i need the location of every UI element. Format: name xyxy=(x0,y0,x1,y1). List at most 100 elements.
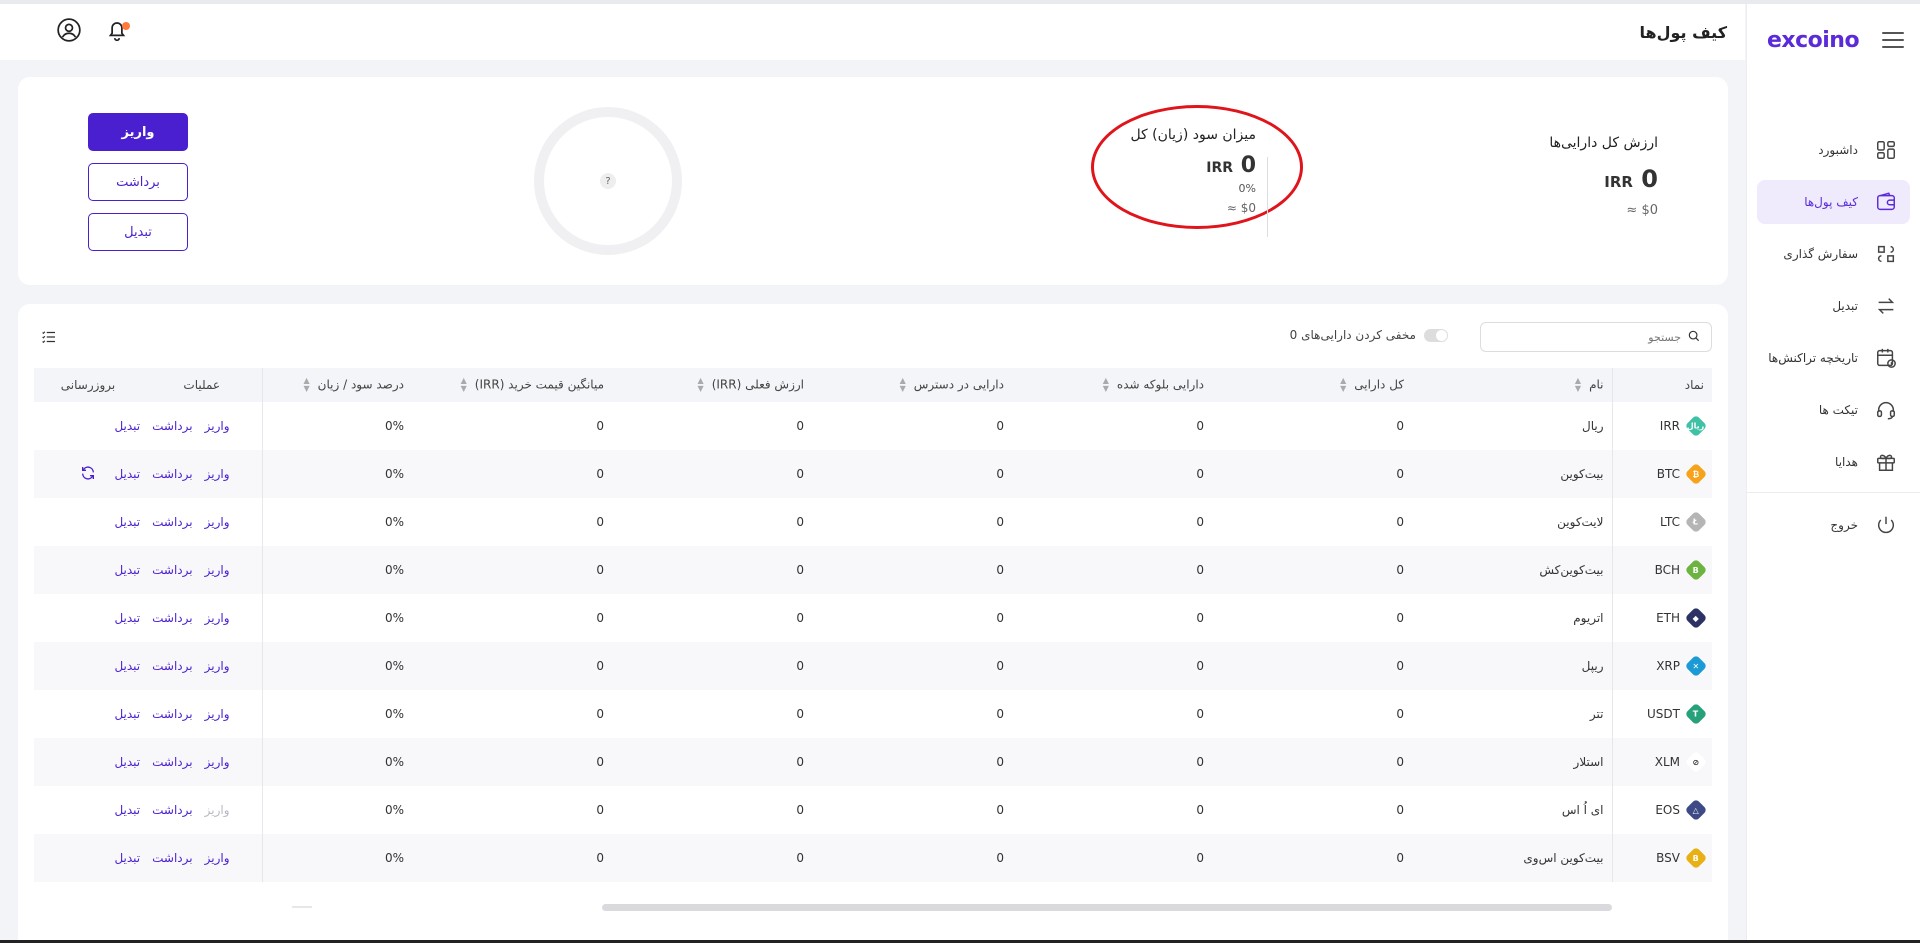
coin-symbol: BCH xyxy=(1654,563,1680,577)
col-header-total[interactable]: کل دارایی ▲ ▼ xyxy=(1212,368,1412,402)
cell-current-value: 0 xyxy=(796,419,804,433)
row-convert-link[interactable]: تبدیل xyxy=(114,851,140,865)
cell-blocked: 0 xyxy=(1196,707,1204,721)
row-withdraw-link[interactable]: برداشت xyxy=(152,611,192,625)
cell-operations: واریز برداشت تبدیل xyxy=(114,786,262,834)
cell-pnl: 0% xyxy=(261,834,412,882)
row-withdraw-link[interactable]: برداشت xyxy=(152,659,192,673)
col-header-available[interactable]: دارایی در دسترس ▲ ▼ xyxy=(812,368,1012,402)
col-header-pnl[interactable]: درصد سود / زیان ▲ ▼ xyxy=(261,368,412,402)
sort-icon: ▲ ▼ xyxy=(303,376,310,393)
cell-current-value: 0 xyxy=(612,450,812,498)
sidebar-item-label: خروج xyxy=(1830,518,1858,532)
symbol-wrap: B BCH xyxy=(1621,558,1708,582)
row-convert-link[interactable]: تبدیل xyxy=(114,515,140,529)
top-header: کیف پول‌ها xyxy=(0,4,1745,60)
cell-operations: واریز برداشت تبدیل xyxy=(114,498,262,546)
sidebar-item-order[interactable]: سفارش گذاری xyxy=(1757,232,1910,276)
cell-operations: واریز برداشت تبدیل xyxy=(114,594,262,642)
cell-current-value: 0 xyxy=(612,546,812,594)
sidebar-item-label: تبدیل xyxy=(1832,299,1858,313)
row-deposit-link[interactable]: واریز xyxy=(205,467,230,481)
row-deposit-link[interactable]: واریز xyxy=(205,515,230,529)
dashboard-icon xyxy=(1874,138,1898,162)
cell-pnl: 0% xyxy=(261,738,412,786)
row-operations: واریز برداشت تبدیل xyxy=(114,467,254,481)
sidebar-item-dashboard[interactable]: داشبورد xyxy=(1757,128,1910,172)
row-deposit-link[interactable]: واریز xyxy=(205,803,230,817)
hamburger-menu-icon[interactable] xyxy=(1882,32,1904,48)
help-icon[interactable]: ? xyxy=(600,173,616,189)
row-withdraw-link[interactable]: برداشت xyxy=(152,755,192,769)
search-input[interactable] xyxy=(1491,330,1681,344)
row-convert-link[interactable]: تبدیل xyxy=(114,611,140,625)
search-icon xyxy=(1687,328,1701,347)
sidebar-item-logout[interactable]: خروج xyxy=(1757,503,1910,547)
notification-bell-icon[interactable] xyxy=(104,17,130,47)
cell-blocked: 0 xyxy=(1012,834,1212,882)
table-row: ⊘ XLM استلار 0 0 0 0 0 0% واریز برداشت تبدیل xyxy=(34,738,1712,786)
sidebar-item-history[interactable]: تاریخچه تراکنش‌ها xyxy=(1757,336,1910,380)
row-convert-link[interactable]: تبدیل xyxy=(114,467,140,481)
col-header-avg-label: میانگین قیمت خرید (IRR) xyxy=(474,377,604,392)
row-deposit-link[interactable]: واریز xyxy=(205,419,230,433)
row-deposit-link[interactable]: واریز xyxy=(205,659,230,673)
total-profit: میزان سود (زیان) کل IRR 0 0% ≈ $0 xyxy=(1130,127,1256,215)
col-header-name[interactable]: نام ▲ ▼ xyxy=(1412,368,1612,402)
col-header-operations: عملیات xyxy=(142,368,262,402)
row-deposit-link[interactable]: واریز xyxy=(205,755,230,769)
sidebar-item-exchange[interactable]: تبدیل xyxy=(1757,284,1910,328)
col-header-blocked-label: دارایی بلوکه شده xyxy=(1116,377,1204,392)
col-header-blocked[interactable]: دارایی بلوکه شده ▲ ▼ xyxy=(1012,368,1212,402)
search-box[interactable] xyxy=(1480,322,1712,352)
row-withdraw-link[interactable]: برداشت xyxy=(152,419,192,433)
col-header-symbol: نماد xyxy=(1611,368,1712,402)
sidebar-item-gift[interactable]: هدایا xyxy=(1757,440,1910,484)
cell-symbol: Ł LTC xyxy=(1611,498,1712,546)
cell-pnl: 0% xyxy=(261,402,412,450)
col-header-current-label: ارزش فعلی (IRR) xyxy=(711,377,804,392)
deposit-button[interactable]: واریز xyxy=(88,113,188,151)
user-profile-icon[interactable] xyxy=(56,17,82,47)
row-deposit-link[interactable]: واریز xyxy=(205,611,230,625)
row-withdraw-link[interactable]: برداشت xyxy=(152,515,192,529)
row-convert-link[interactable]: تبدیل xyxy=(114,419,140,433)
row-withdraw-link[interactable]: برداشت xyxy=(152,467,192,481)
refresh-icon[interactable] xyxy=(80,465,96,484)
cell-avg-price: 0 xyxy=(412,834,612,882)
row-convert-link[interactable]: تبدیل xyxy=(114,659,140,673)
row-convert-link[interactable]: تبدیل xyxy=(114,755,140,769)
col-header-avg-price[interactable]: میانگین قیمت خرید (IRR) ▲ ▼ xyxy=(412,368,612,402)
col-header-current-value[interactable]: ارزش فعلی (IRR) ▲ ▼ xyxy=(612,368,812,402)
total-assets-usd: ≈ $0 xyxy=(1626,203,1658,218)
column-settings-icon[interactable] xyxy=(40,328,58,346)
row-withdraw-link[interactable]: برداشت xyxy=(152,803,192,817)
coin-symbol: XRP xyxy=(1656,659,1680,673)
logo[interactable]: excoino xyxy=(1767,28,1860,53)
horizontal-scrollbar[interactable] xyxy=(602,904,1612,911)
row-convert-link[interactable]: تبدیل xyxy=(114,707,140,721)
cell-current-value: 0 xyxy=(796,707,804,721)
cell-available: 0 xyxy=(996,707,1004,721)
row-deposit-link[interactable]: واریز xyxy=(205,707,230,721)
coin-eth-icon: ◆ xyxy=(1684,606,1708,630)
row-deposit-link[interactable]: واریز xyxy=(205,851,230,865)
row-convert-link[interactable]: تبدیل xyxy=(114,563,140,577)
col-header-available-label: دارایی در دسترس xyxy=(913,377,1004,392)
hide-zero-toggle[interactable] xyxy=(1424,328,1448,342)
row-withdraw-link[interactable]: برداشت xyxy=(152,563,192,577)
row-withdraw-link[interactable]: برداشت xyxy=(152,851,192,865)
cell-pnl: 0% xyxy=(261,546,412,594)
sidebar-item-wallet[interactable]: کیف پول‌ها xyxy=(1757,180,1910,224)
row-convert-link[interactable]: تبدیل xyxy=(114,803,140,817)
convert-button[interactable]: تبدیل xyxy=(88,213,188,251)
sidebar-item-headset[interactable]: تیکت ها xyxy=(1757,388,1910,432)
hide-zero-label: مخفی کردن دارایی‌های 0 xyxy=(1289,328,1416,342)
cell-symbol: B BCH xyxy=(1611,546,1712,594)
sidebar-nav: داشبورد کیف پول‌ها سفارش گذاری تبدیل تاریخچه… xyxy=(1747,128,1920,484)
row-withdraw-link[interactable]: برداشت xyxy=(152,707,192,721)
total-assets-unit: IRR xyxy=(1604,173,1633,191)
withdraw-button[interactable]: برداشت xyxy=(88,163,188,201)
cell-blocked: 0 xyxy=(1196,419,1204,433)
row-deposit-link[interactable]: واریز xyxy=(205,563,230,577)
